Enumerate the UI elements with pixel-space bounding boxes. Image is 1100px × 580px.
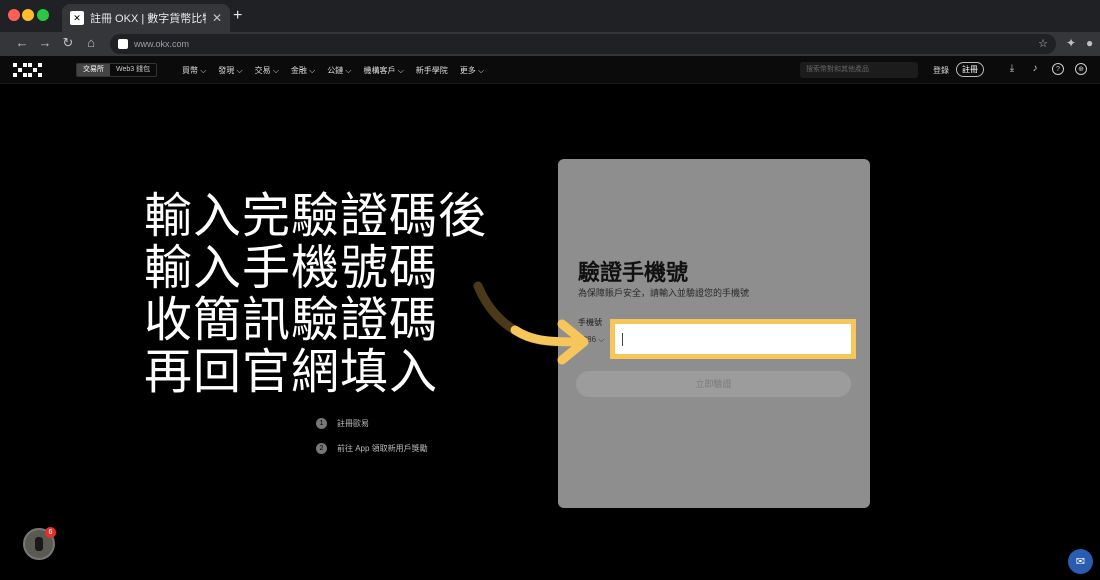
tab-title: 註冊 OKX | 數字貨幣比特幣註冊 | [90,13,206,25]
profile-icon[interactable]: ● [1086,36,1093,50]
verify-now-button[interactable]: 立即驗證 [576,371,851,397]
site-info-icon[interactable] [118,39,128,49]
text-caret [622,333,623,346]
site-search-input[interactable]: 搜索幣對和其他產品 [800,62,918,78]
address-bar[interactable]: www.okx.com ☆ [110,34,1056,54]
globe-icon[interactable]: ⊕ [1075,63,1087,75]
step-number: 1 [316,418,327,429]
menu-trade[interactable]: 交易 ⌵ [255,65,279,76]
notification-badge: 6 [45,527,56,538]
extensions-icon[interactable]: ✦ [1066,36,1076,50]
reload-icon[interactable]: ↻ [60,35,76,51]
step-text: 前往 App 領取新用戶獎勵 [337,444,428,453]
step-2: 2 前往 App 領取新用戶獎勵 [316,443,428,454]
browser-toolbar: ← → ↻ ⌂ www.okx.com ☆ ✦ ● [0,32,1100,56]
segment-web3-wallet[interactable]: Web3 錢包 [110,64,156,76]
tab-close-icon[interactable]: ✕ [212,11,222,25]
menu-more[interactable]: 更多 ⌵ [460,65,484,76]
close-window-button[interactable] [8,9,20,21]
menu-buy-crypto[interactable]: 買幣 ⌵ [182,65,206,76]
overlay-line-1: 輸入完驗證碼後 [144,188,488,244]
minimize-window-button[interactable] [22,9,34,21]
step-1: 1 註冊歐易 [316,418,369,429]
panel-subtitle: 為保障賬戶安全，請輸入並驗證您的手機號 [578,288,750,298]
bookmark-star-icon[interactable]: ☆ [1038,37,1048,50]
new-tab-button[interactable]: + [233,7,242,25]
register-button[interactable]: 註冊 [956,62,984,77]
menu-institutional[interactable]: 機構客戶 ⌵ [363,65,403,76]
okx-logo[interactable] [13,63,42,77]
menu-finance[interactable]: 金融 ⌵ [291,65,315,76]
overlay-line-2: 輸入手機號碼 [144,240,439,296]
home-icon[interactable]: ⌂ [83,35,99,50]
curved-arrow-icon [473,281,589,365]
segment-exchange[interactable]: 交易所 [77,64,110,76]
site-header: 交易所 Web3 錢包 買幣 ⌵ 發現 ⌵ 交易 ⌵ 金融 ⌵ 公鏈 ⌵ 機構客… [0,56,1100,84]
overlay-line-3: 收簡訊驗證碼 [144,292,439,348]
browser-tab[interactable]: ✕ 註冊 OKX | 數字貨幣比特幣註冊 | ✕ [62,4,230,32]
main-menu: 買幣 ⌵ 發現 ⌵ 交易 ⌵ 金融 ⌵ 公鏈 ⌵ 機構客戶 ⌵ 新手學院 更多 … [182,65,484,76]
back-arrow-icon[interactable]: ← [14,35,30,50]
avatar-image [35,537,43,551]
maximize-window-button[interactable] [37,9,49,21]
step-number: 2 [316,443,327,454]
help-icon[interactable]: ? [1052,63,1064,75]
browser-tab-bar: ✕ 註冊 OKX | 數字貨幣比特幣註冊 | ✕ + [0,0,1100,32]
forward-arrow-icon[interactable]: → [37,35,53,50]
phone-input[interactable] [610,319,856,359]
bell-icon[interactable]: ♪ [1029,63,1041,75]
menu-learn[interactable]: 新手學院 [416,65,448,76]
chat-support-icon[interactable]: ✉ [1068,549,1093,574]
verify-phone-panel: 驗證手機號 為保障賬戶安全，請輸入並驗證您的手機號 手機號 +886 ⌵ 立即驗… [558,159,870,508]
okx-favicon-icon: ✕ [70,11,84,25]
menu-discover[interactable]: 發現 ⌵ [218,65,242,76]
overlay-line-4: 再回官網填入 [144,344,439,400]
product-switcher: 交易所 Web3 錢包 [76,63,158,77]
login-link[interactable]: 登錄 [933,65,949,76]
step-text: 註冊歐易 [337,419,369,428]
download-icon[interactable]: ⤓ [1006,63,1018,75]
menu-chain[interactable]: 公鏈 ⌵ [327,65,351,76]
url-text: www.okx.com [134,39,190,49]
